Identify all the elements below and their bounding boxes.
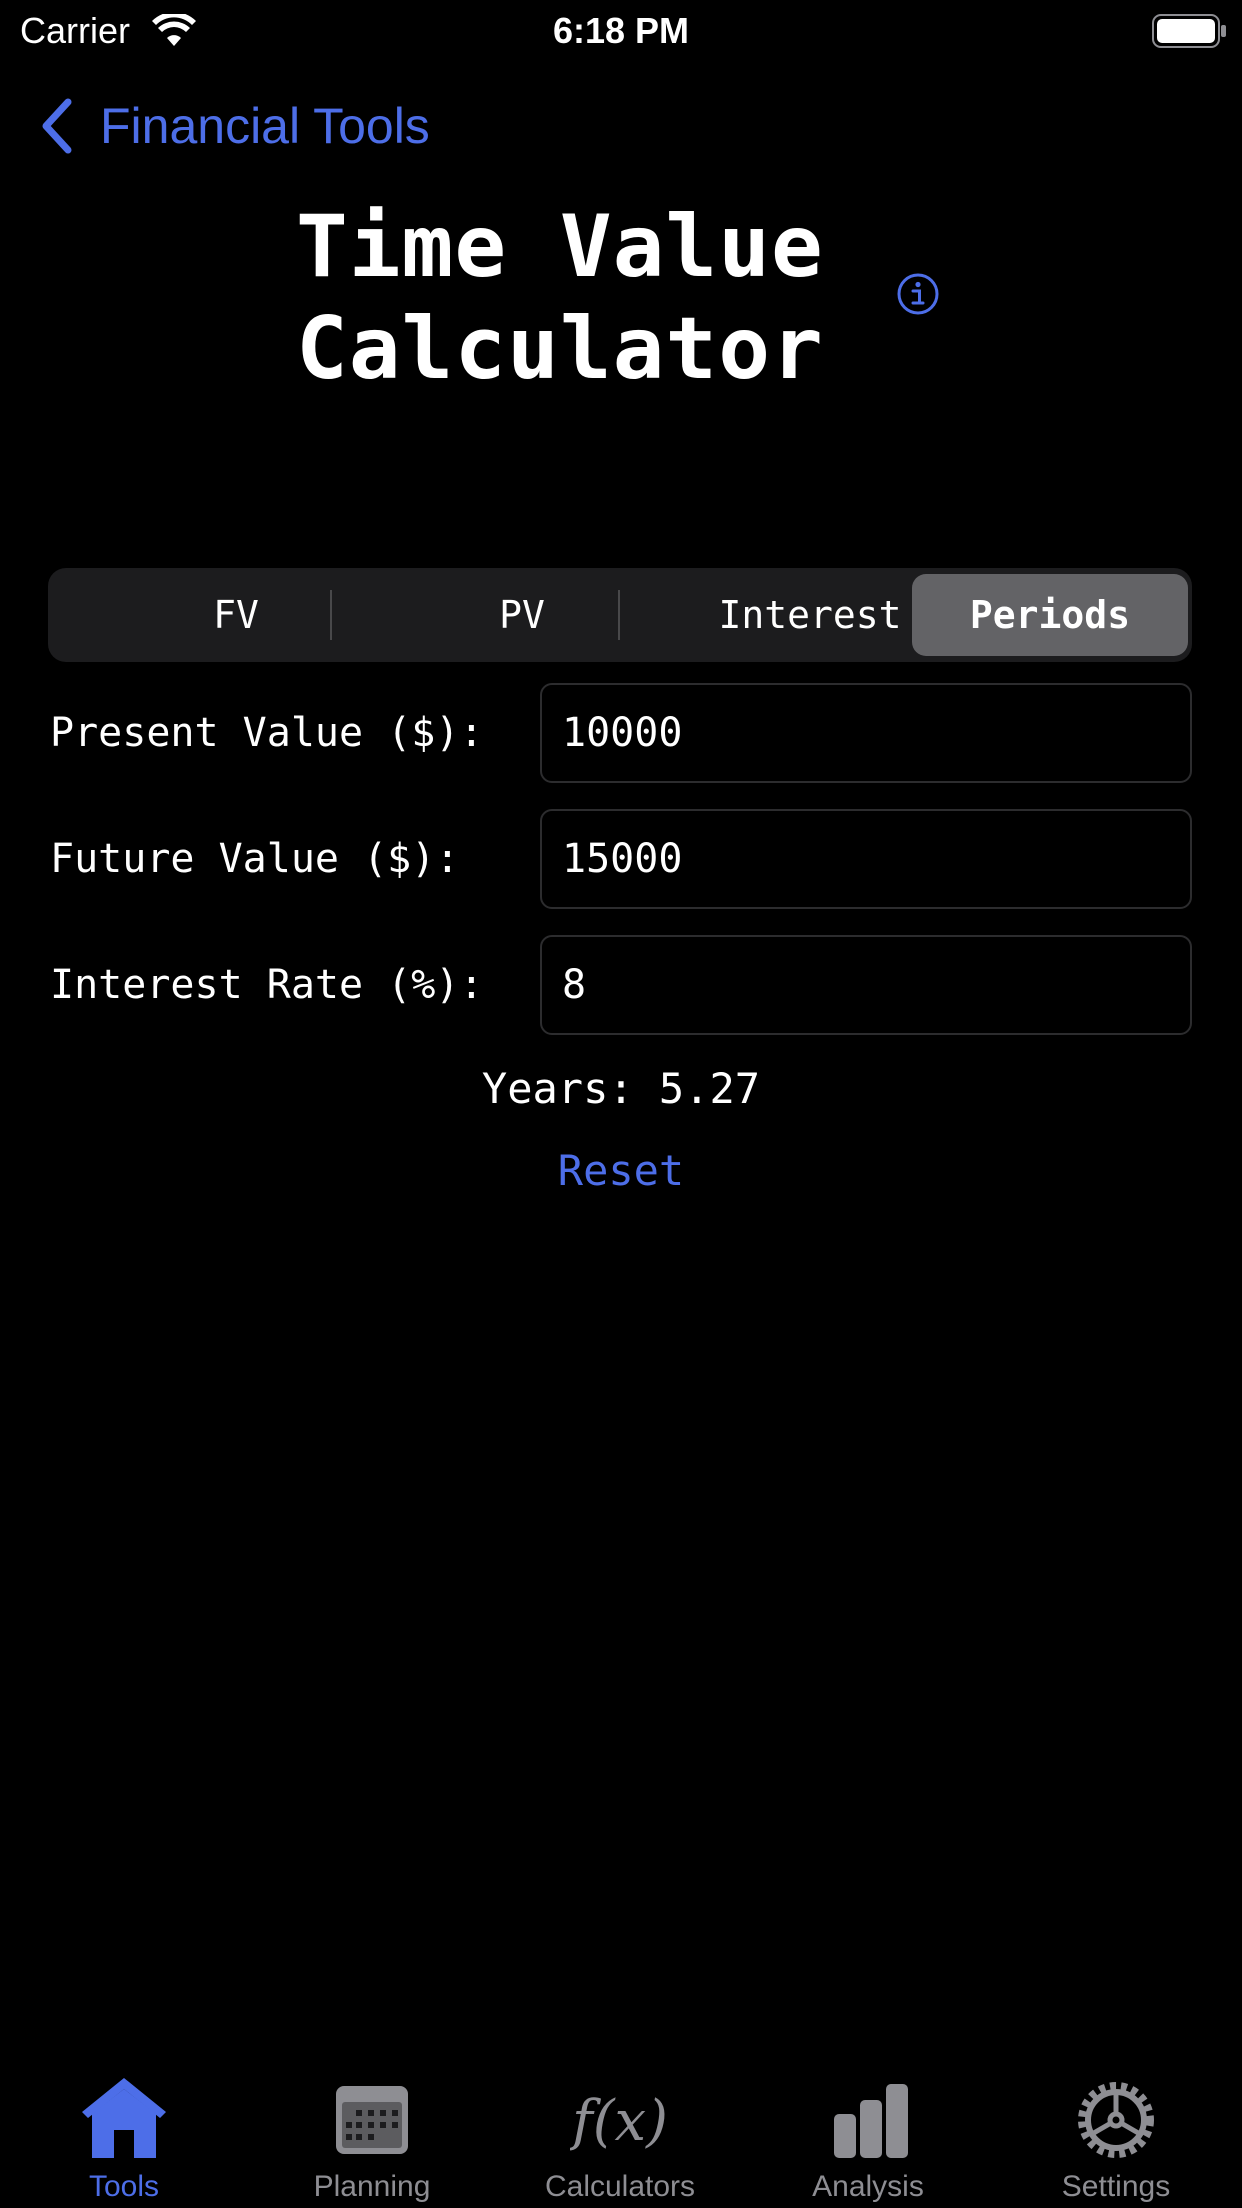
segment-periods-label: Periods	[969, 593, 1131, 637]
page-title-line-1: Time Value	[296, 197, 824, 297]
segment-divider	[618, 590, 620, 640]
tab-tools[interactable]: Tools	[0, 2060, 248, 2208]
house-icon	[82, 2078, 166, 2158]
tab-tools-label: Tools	[88, 2170, 160, 2203]
interest-rate-text: 8	[562, 962, 587, 1008]
future-value-input[interactable]: 15000	[540, 809, 1192, 909]
segment-fv[interactable]: FV	[98, 574, 374, 656]
segment-interest-label: Interest	[718, 593, 902, 637]
tab-planning[interactable]: Planning	[248, 2060, 496, 2208]
future-value-label: Future Value ($):	[50, 836, 460, 882]
result-years: Years: 5.27	[481, 1064, 761, 1113]
tab-calculators[interactable]: ƒ(x) Calculators	[496, 2060, 744, 2208]
segment-periods[interactable]: Periods	[912, 574, 1188, 656]
status-bar: Carrier 6:18 PM	[0, 0, 1242, 60]
back-label: Financial Tools	[100, 98, 430, 154]
tab-analysis[interactable]: Analysis	[744, 2060, 992, 2208]
tab-settings-label: Settings	[1061, 2170, 1171, 2203]
segment-pv-label: PV	[499, 593, 545, 637]
tab-analysis-label: Analysis	[812, 2170, 924, 2203]
segment-divider	[330, 590, 332, 640]
bar-chart-icon	[834, 2084, 908, 2158]
info-icon[interactable]	[896, 272, 940, 316]
interest-rate-label: Interest Rate (%):	[50, 962, 484, 1008]
tab-settings[interactable]: Settings	[992, 2060, 1240, 2208]
segment-interest[interactable]: Interest	[672, 574, 948, 656]
battery-icon	[1152, 14, 1226, 48]
chevron-left-icon	[42, 98, 72, 154]
tab-calculators-label: Calculators	[544, 2170, 696, 2203]
present-value-input[interactable]: 10000	[540, 683, 1192, 783]
segment-fv-label: FV	[213, 593, 259, 637]
svg-text:ƒ(x): ƒ(x)	[570, 2089, 668, 2154]
present-value-text: 10000	[562, 710, 683, 756]
interest-rate-input[interactable]: 8	[540, 935, 1192, 1035]
reset-button[interactable]: Reset	[0, 1146, 1242, 1195]
present-value-label: Present Value ($):	[50, 710, 484, 756]
back-button[interactable]: Financial Tools	[36, 96, 430, 156]
page-title-line-2: Calculator	[296, 299, 824, 399]
tab-planning-label: Planning	[313, 2170, 431, 2203]
clock: 6:18 PM	[552, 10, 690, 51]
calendar-icon	[336, 2086, 408, 2154]
future-value-text: 15000	[562, 836, 683, 882]
function-icon: ƒ(x)	[570, 2089, 668, 2154]
tab-bar: Tools Planning ƒ(x) Calculators Analysis	[0, 2060, 1242, 2208]
gear-icon	[1078, 2082, 1154, 2158]
page-title: Time Value Calculator	[296, 196, 824, 400]
calculation-mode-selector: FV PV Interest Periods	[48, 568, 1192, 662]
